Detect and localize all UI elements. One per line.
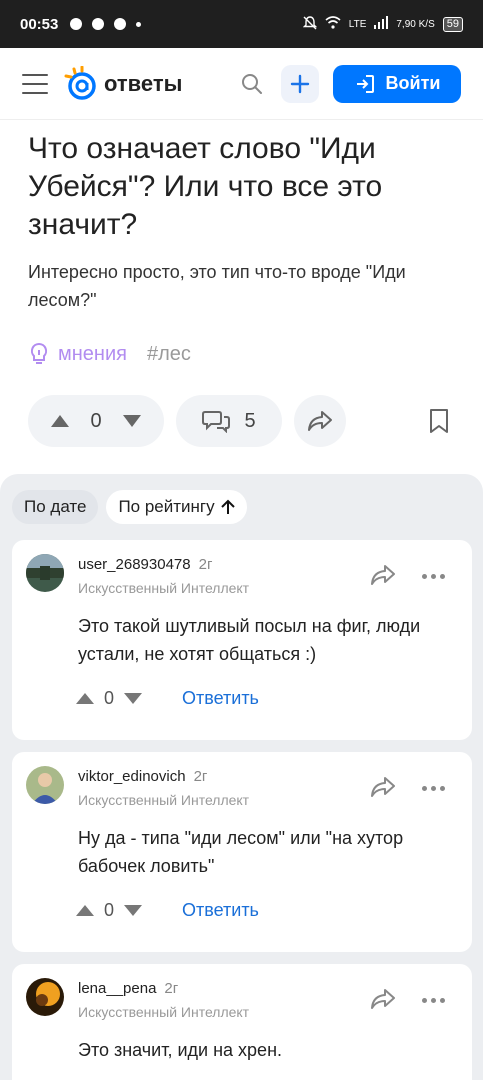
logo-text: ответы bbox=[104, 70, 183, 96]
share-answer-button[interactable] bbox=[370, 988, 398, 1012]
share-icon bbox=[308, 411, 332, 431]
avatar[interactable] bbox=[26, 766, 64, 804]
share-answer-button[interactable] bbox=[370, 564, 398, 588]
avatar[interactable] bbox=[26, 978, 64, 1016]
answer-age: 2г bbox=[198, 556, 213, 573]
share-icon bbox=[371, 565, 395, 585]
plus-icon bbox=[290, 74, 310, 93]
data-speed: 7,90 K/S bbox=[396, 19, 434, 30]
app-notification-icon-2 bbox=[114, 18, 127, 30]
answer-age: 2г bbox=[164, 980, 179, 997]
answer-age: 2г bbox=[193, 768, 208, 785]
upvote-icon[interactable] bbox=[76, 905, 94, 916]
author-role: Искусственный Интеллект bbox=[78, 1004, 250, 1020]
comments-button[interactable]: 5 bbox=[176, 395, 282, 447]
login-icon bbox=[356, 74, 374, 93]
answer-text: Это значит, иди на хрен. bbox=[78, 1040, 283, 1060]
sort-by-date[interactable]: По дате bbox=[12, 490, 99, 524]
mute-icon bbox=[302, 15, 317, 33]
search-button[interactable] bbox=[237, 69, 267, 99]
chat-notification-icon bbox=[70, 18, 83, 30]
question-title: Что означает слово "Иди Убейся"? Или что… bbox=[28, 132, 383, 241]
battery-indicator: 59 bbox=[442, 16, 463, 32]
share-answer-button[interactable] bbox=[370, 776, 398, 800]
network-label: LTE bbox=[348, 18, 367, 30]
login-button[interactable]: Войти bbox=[333, 64, 461, 103]
login-label: Войти bbox=[385, 73, 441, 93]
tag-hash[interactable]: #лес bbox=[147, 343, 191, 366]
downvote-icon[interactable] bbox=[123, 415, 142, 427]
data-speed-value: 7,90 bbox=[396, 18, 416, 30]
answer-author[interactable]: user_268930478 2г bbox=[78, 556, 212, 573]
signal-icon bbox=[374, 16, 389, 32]
author-name: lena__pena bbox=[78, 980, 157, 997]
arrow-up-icon bbox=[220, 499, 235, 514]
answer-vote-count: 0 bbox=[104, 900, 115, 920]
system-icons: LTE 7,90 K/S 59 bbox=[302, 15, 463, 33]
answer-vote-control: 0 bbox=[76, 900, 143, 921]
more-icon[interactable] bbox=[422, 574, 445, 579]
answer-text: Это такой шутливый посыл на фиг, люди ус… bbox=[78, 616, 421, 664]
sort-by-rating-label: По рейтингу bbox=[118, 497, 215, 516]
menu-icon[interactable] bbox=[22, 73, 48, 94]
answer-card: viktor_edinovich 2г Искусственный Интелле… bbox=[12, 752, 472, 952]
more-icon[interactable] bbox=[422, 998, 445, 1003]
reply-button[interactable]: Ответить bbox=[182, 688, 259, 709]
author-name: user_268930478 bbox=[78, 556, 191, 573]
wifi-icon bbox=[325, 16, 341, 32]
answer-card: lena__pena 2г Искусственный Интеллект Это… bbox=[12, 964, 472, 1080]
question-tags: мнения #лес bbox=[28, 342, 191, 366]
answer-author[interactable]: lena__pena 2г bbox=[78, 980, 178, 997]
lightbulb-icon bbox=[30, 342, 48, 364]
logo-at-icon bbox=[62, 65, 98, 102]
tag-opinion[interactable]: мнения bbox=[28, 342, 127, 366]
bookmark-icon bbox=[430, 409, 448, 433]
author-role: Искусственный Интеллект bbox=[78, 792, 250, 808]
more-icon[interactable] bbox=[422, 786, 445, 791]
upvote-icon[interactable] bbox=[76, 693, 94, 704]
status-bar: 00:53 LTE 7,90 K/S 59 bbox=[0, 0, 483, 48]
question-vote-control: 0 bbox=[28, 395, 164, 447]
app-notification-icon bbox=[92, 18, 105, 30]
sort-by-rating[interactable]: По рейтингу bbox=[106, 490, 247, 524]
share-question-button[interactable] bbox=[294, 395, 346, 447]
answer-vote-count: 0 bbox=[104, 688, 115, 708]
author-name: viktor_edinovich bbox=[78, 768, 186, 785]
downvote-icon[interactable] bbox=[124, 905, 143, 916]
reply-button[interactable]: Ответить bbox=[182, 900, 259, 921]
status-time: 00:53 bbox=[20, 15, 59, 33]
comments-count: 5 bbox=[244, 409, 256, 432]
share-icon bbox=[371, 989, 395, 1009]
bookmark-button[interactable] bbox=[424, 405, 454, 437]
top-header: ответы Войти bbox=[0, 48, 483, 120]
tag-opinion-label: мнения bbox=[58, 342, 127, 365]
author-role: Искусственный Интеллект bbox=[78, 580, 250, 596]
notification-icons bbox=[70, 18, 142, 30]
answer-author[interactable]: viktor_edinovich 2г bbox=[78, 768, 207, 785]
share-icon bbox=[371, 777, 395, 797]
logo[interactable]: ответы bbox=[62, 65, 183, 102]
question-vote-count: 0 bbox=[90, 409, 102, 432]
comments-icon bbox=[202, 411, 231, 433]
data-speed-unit: K/S bbox=[418, 18, 435, 30]
downvote-icon[interactable] bbox=[124, 693, 143, 704]
answer-text: Ну да - типа "иди лесом" или "на хутор б… bbox=[78, 828, 404, 876]
answer-vote-control: 0 bbox=[76, 688, 143, 709]
more-notifications-icon bbox=[136, 21, 142, 27]
upvote-icon[interactable] bbox=[50, 415, 69, 427]
ask-question-button[interactable] bbox=[281, 64, 319, 103]
sort-controls: По дате По рейтингу bbox=[12, 490, 247, 524]
question-body: Интересно просто, это тип что-то вроде "… bbox=[28, 262, 406, 310]
avatar[interactable] bbox=[26, 554, 64, 592]
search-icon bbox=[242, 73, 262, 94]
question-actions: 0 5 bbox=[28, 395, 346, 447]
answer-card: user_268930478 2г Искусственный Интеллект… bbox=[12, 540, 472, 740]
